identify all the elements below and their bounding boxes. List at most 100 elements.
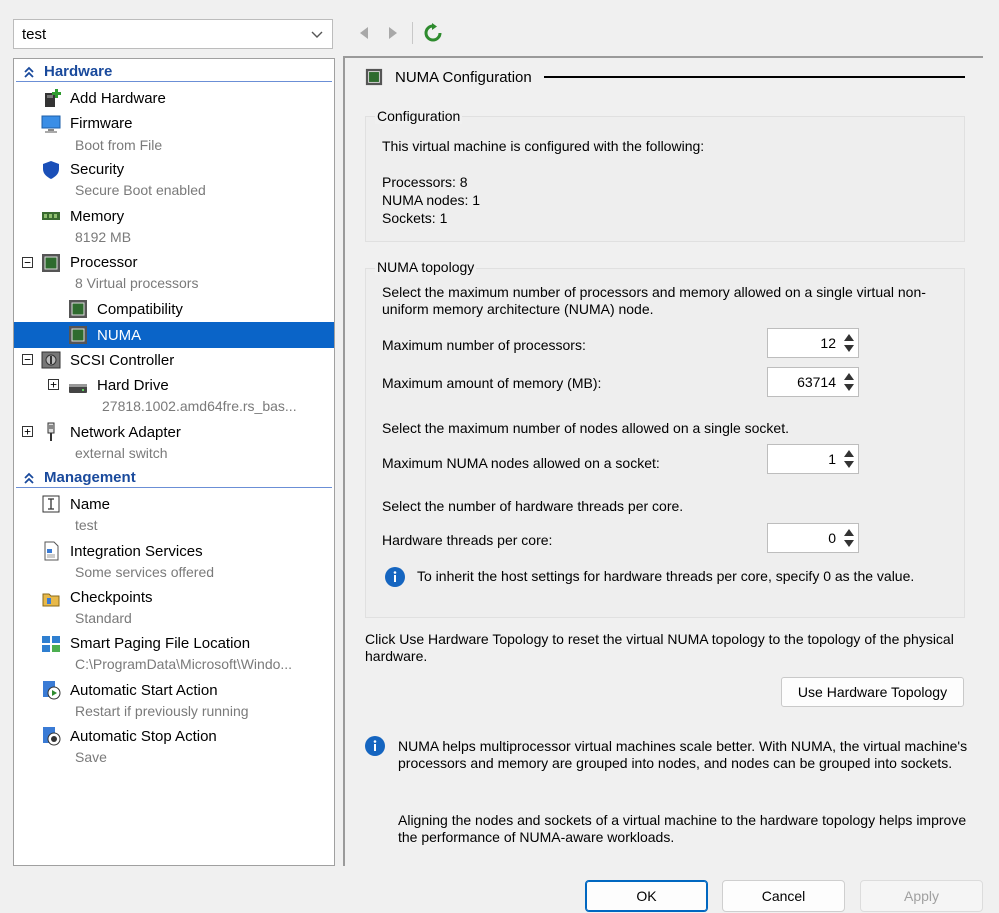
expand-toggle-icon[interactable]: + (48, 379, 59, 390)
tree-item-sublabel: Save (75, 749, 107, 765)
cancel-button[interactable]: Cancel (722, 880, 845, 912)
tree-item-sublabel: 27818.1002.amd64fre.rs_bas... (102, 398, 297, 414)
memory-chip-icon (42, 212, 60, 220)
tree-item-label: Automatic Start Action (70, 682, 218, 699)
max-nodes-stepper[interactable]: 1 (767, 444, 859, 474)
tree-item-label: SCSI Controller (70, 352, 175, 369)
tree-item-scsi-controller[interactable]: − SCSI Controller (14, 347, 334, 373)
ok-button[interactable]: OK (585, 880, 708, 912)
refresh-icon[interactable] (423, 23, 443, 43)
tree-item-name[interactable]: Name test (14, 492, 334, 538)
back-arrow-icon[interactable] (355, 24, 373, 42)
tree-item-numa[interactable]: NUMA (14, 322, 334, 348)
panel-title-text: NUMA Configuration (395, 68, 532, 86)
threads-per-core-stepper[interactable]: 0 (767, 523, 859, 553)
configuration-intro: This virtual machine is configured with … (382, 138, 705, 154)
collapse-chevron-icon (24, 472, 34, 484)
management-section-label: Management (44, 469, 136, 486)
tree-item-sublabel: Secure Boot enabled (75, 182, 206, 198)
settings-tree: Hardware Add Hardware Firmware Boot from… (13, 58, 335, 866)
max-processors-stepper[interactable]: 12 (767, 328, 859, 358)
tree-item-sublabel: test (75, 517, 98, 533)
network-adapter-icon (47, 422, 55, 441)
panel-title: NUMA Configuration (365, 68, 965, 86)
tree-item-label: NUMA (97, 327, 142, 344)
collapse-toggle-icon[interactable]: − (22, 354, 33, 365)
tree-item-auto-start[interactable]: Automatic Start Action Restart if previo… (14, 678, 334, 724)
threads-per-core-label: Hardware threads per core: (382, 532, 553, 548)
integration-services-icon (44, 541, 59, 561)
checkpoints-icon (42, 593, 60, 607)
tree-item-sublabel: Some services offered (75, 564, 215, 580)
hardware-section-label: Hardware (44, 63, 113, 80)
vm-selector-value: test (22, 25, 47, 43)
settings-detail-panel: NUMA Configuration Configuration This vi… (343, 56, 983, 866)
processor-chip-icon (69, 300, 87, 318)
stepper-arrows-icon[interactable] (840, 330, 858, 356)
tree-item-auto-stop[interactable]: Automatic Stop Action Save (14, 724, 334, 770)
tree-item-label: Firmware (70, 115, 133, 132)
collapse-toggle-icon[interactable]: − (22, 257, 33, 268)
auto-stop-icon (43, 727, 61, 746)
max-nodes-label: Maximum NUMA nodes allowed on a socket: (382, 455, 660, 471)
max-processors-value: 12 (820, 335, 836, 351)
management-section-header[interactable]: Management (16, 468, 332, 488)
numa-info-text-2: Aligning the nodes and sockets of a virt… (398, 812, 967, 845)
toolbar-separator (412, 22, 413, 44)
tree-item-checkpoints[interactable]: Checkpoints Standard (14, 585, 334, 631)
auto-start-icon (43, 681, 61, 700)
tree-item-security[interactable]: Security Secure Boot enabled (14, 158, 334, 204)
chevron-down-icon (311, 31, 323, 38)
forward-arrow-icon[interactable] (384, 24, 402, 42)
tree-item-sublabel: external switch (75, 445, 168, 461)
tree-item-label: Add Hardware (70, 90, 166, 107)
processor-chip-icon (42, 254, 60, 272)
add-hardware-icon (45, 89, 61, 107)
tree-item-memory[interactable]: Memory 8192 MB (14, 204, 334, 250)
tree-item-label: Name (70, 496, 111, 513)
vm-selector-dropdown[interactable]: test (13, 19, 333, 49)
expand-toggle-icon[interactable]: + (22, 426, 33, 437)
tree-item-label: Security (70, 161, 125, 178)
tree-item-label: Processor (70, 254, 138, 271)
tree-item-processor[interactable]: − Processor 8 Virtual processors (14, 251, 334, 297)
use-hardware-topology-button[interactable]: Use Hardware Topology (781, 677, 964, 707)
tree-item-firmware[interactable]: Firmware Boot from File (14, 111, 334, 157)
title-divider (543, 76, 965, 78)
tree-item-hard-drive[interactable]: + Hard Drive 27818.1002.amd64fre.rs_bas.… (14, 373, 334, 419)
threads-per-core-value: 0 (828, 530, 836, 546)
tree-item-integration-services[interactable]: Integration Services Some services offer… (14, 539, 334, 585)
tree-item-sublabel: Boot from File (75, 137, 163, 153)
configuration-group-title: Configuration (375, 108, 463, 124)
topology-description-1: Select the maximum number of processors … (382, 284, 926, 317)
tree-item-smart-paging[interactable]: Smart Paging File Location C:\ProgramDat… (14, 632, 334, 678)
topology-description-3: Select the number of hardware threads pe… (382, 498, 684, 514)
numa-info-text-1: NUMA helps multiprocessor virtual machin… (398, 738, 968, 771)
stepper-arrows-icon[interactable] (840, 525, 858, 551)
scsi-controller-icon (41, 351, 61, 369)
hardware-section-header[interactable]: Hardware (16, 62, 332, 82)
stepper-arrows-icon[interactable] (840, 369, 858, 395)
max-memory-stepper[interactable]: 63714 (767, 367, 859, 397)
processor-chip-icon (365, 68, 383, 86)
tree-item-add-hardware[interactable]: Add Hardware (14, 85, 334, 111)
apply-button[interactable]: Apply (860, 880, 983, 912)
numa-topology-group (365, 268, 965, 618)
tree-item-label: Automatic Stop Action (70, 728, 217, 745)
name-field-icon (42, 495, 60, 513)
stepper-arrows-icon[interactable] (840, 446, 858, 472)
tree-item-label: Smart Paging File Location (70, 635, 251, 652)
tree-item-label: Compatibility (97, 301, 183, 318)
tree-item-compatibility[interactable]: Compatibility (14, 296, 334, 322)
hard-drive-icon (69, 384, 87, 393)
max-memory-label: Maximum amount of memory (MB): (382, 375, 602, 391)
tree-item-label: Network Adapter (70, 424, 181, 441)
topology-description-2: Select the maximum number of nodes allow… (382, 420, 789, 436)
tree-item-sublabel: Standard (75, 610, 132, 626)
tree-item-network-adapter[interactable]: + Network Adapter external switch (14, 420, 334, 466)
tree-item-label: Memory (70, 208, 125, 225)
tree-item-sublabel: C:\ProgramData\Microsoft\Windo... (75, 656, 293, 672)
info-icon (365, 736, 385, 756)
collapse-chevron-icon (24, 66, 34, 78)
hardware-topology-description: Click Use Hardware Topology to reset the… (365, 631, 954, 664)
